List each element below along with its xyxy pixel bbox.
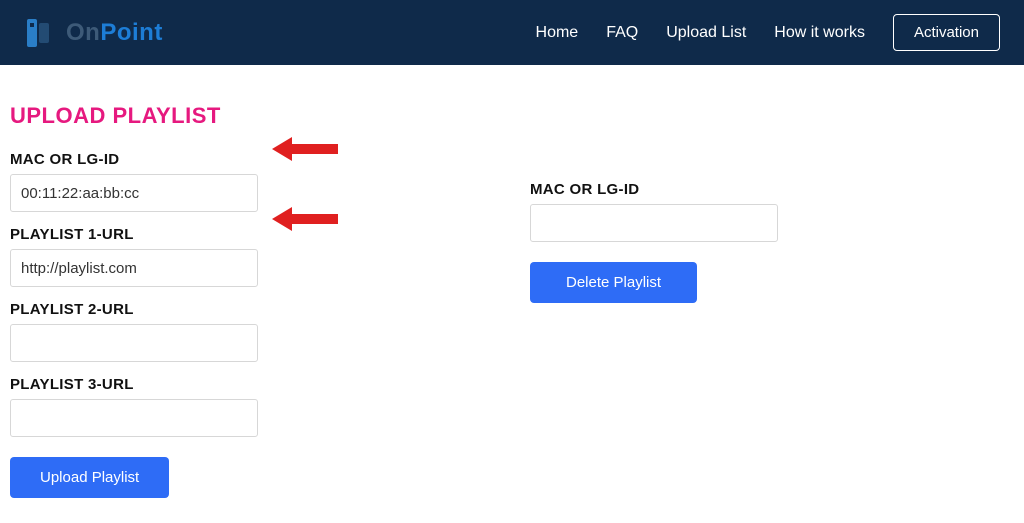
logo[interactable]: OnPoint [24,15,163,51]
mac-label: MAC OR LG-ID [10,151,530,168]
upload-playlist-button[interactable]: Upload Playlist [10,457,169,498]
upload-form: UPLOAD PLAYLIST MAC OR LG-ID PLAYLIST 1-… [10,103,530,498]
delete-mac-label: MAC OR LG-ID [530,181,778,198]
nav-faq[interactable]: FAQ [606,24,638,42]
logo-icon [24,15,60,51]
playlist1-label: PLAYLIST 1-URL [10,226,530,243]
nav-home[interactable]: Home [536,24,579,42]
playlist2-label: PLAYLIST 2-URL [10,301,530,318]
delete-form: MAC OR LG-ID Delete Playlist [530,103,778,498]
logo-text: OnPoint [66,19,163,47]
nav-how-it-works[interactable]: How it works [774,24,865,42]
arrow-annotation-icon [272,135,342,163]
delete-mac-input[interactable] [530,204,778,242]
playlist2-input[interactable] [10,324,258,362]
activation-button[interactable]: Activation [893,14,1000,51]
delete-playlist-button[interactable]: Delete Playlist [530,262,697,303]
arrow-annotation-icon [272,205,342,233]
nav-links: Home FAQ Upload List How it works Activa… [536,14,1000,51]
playlist1-input[interactable] [10,249,258,287]
navbar: OnPoint Home FAQ Upload List How it work… [0,0,1024,65]
nav-upload-list[interactable]: Upload List [666,24,746,42]
page-title: UPLOAD PLAYLIST [10,103,530,129]
mac-input[interactable] [10,174,258,212]
playlist3-label: PLAYLIST 3-URL [10,376,530,393]
logo-text-point: Point [100,19,163,46]
logo-text-on: On [66,19,100,46]
content: UPLOAD PLAYLIST MAC OR LG-ID PLAYLIST 1-… [0,65,1024,498]
playlist3-input[interactable] [10,399,258,437]
